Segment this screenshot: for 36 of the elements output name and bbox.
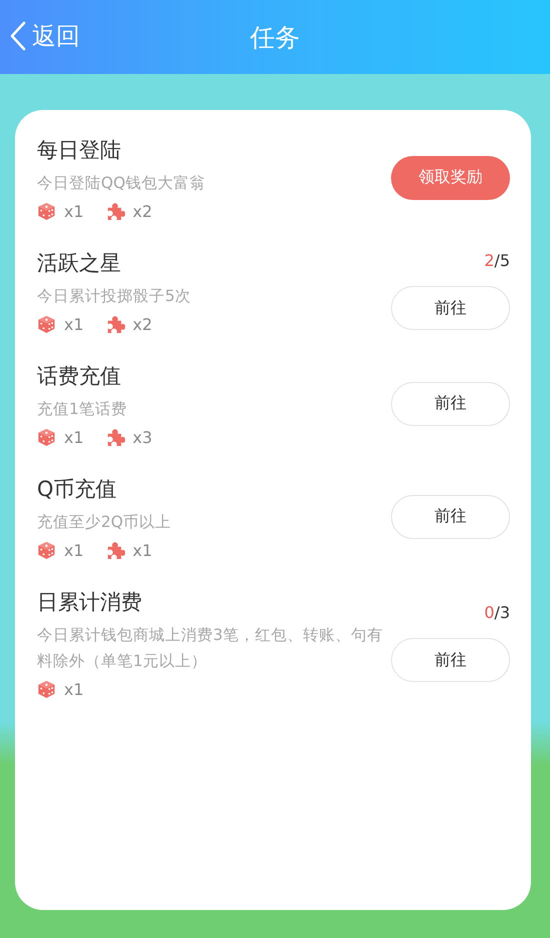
dice-icon [37,680,56,699]
reward-count: x2 [132,202,152,221]
reward-count: x1 [64,202,84,221]
dice-icon [37,541,56,560]
task-description: 今日累计钱包商城上消费3笔，红包、转账、句有料除外（单笔1元以上） [37,625,384,672]
dice-icon [37,202,56,221]
reward-count: x1 [64,680,84,699]
back-chevron-icon [10,21,26,51]
task-description: 今日登陆QQ钱包大富翁 [37,173,206,194]
task-title: 活跃之星 [37,250,122,277]
puzzle-piece-icon [106,428,125,447]
dice-icon [37,428,56,447]
reward-count: x1 [132,541,152,560]
progress-count: 0/3 [484,603,510,622]
puzzle-piece-icon [106,315,125,334]
reward-count: x1 [64,541,84,560]
puzzle-piece-icon [106,541,125,560]
go-button[interactable]: 前往 [391,494,510,538]
task-description: 充值至少2Q币以上 [37,512,172,533]
task-title: 每日登陆 [37,137,122,164]
task-description: 今日累计投掷骰子5次 [37,286,192,307]
task-title: 日累计消费 [37,589,143,616]
reward-count: x1 [64,428,84,447]
reward-count: x3 [132,428,152,447]
task-title: Q币充值 [37,476,118,503]
task-title: 话费充值 [37,363,122,390]
go-button[interactable]: 前往 [391,382,510,426]
progress-count: 2/5 [484,251,510,270]
task-description: 充值1笔话费 [37,399,128,420]
page-title: 任务 [250,22,300,54]
dice-icon [37,315,56,334]
reward-count: x2 [132,315,152,334]
go-button[interactable]: 前往 [391,638,510,682]
reward-count: x1 [64,315,84,334]
go-button[interactable]: 前往 [391,286,510,330]
puzzle-piece-icon [106,202,125,221]
